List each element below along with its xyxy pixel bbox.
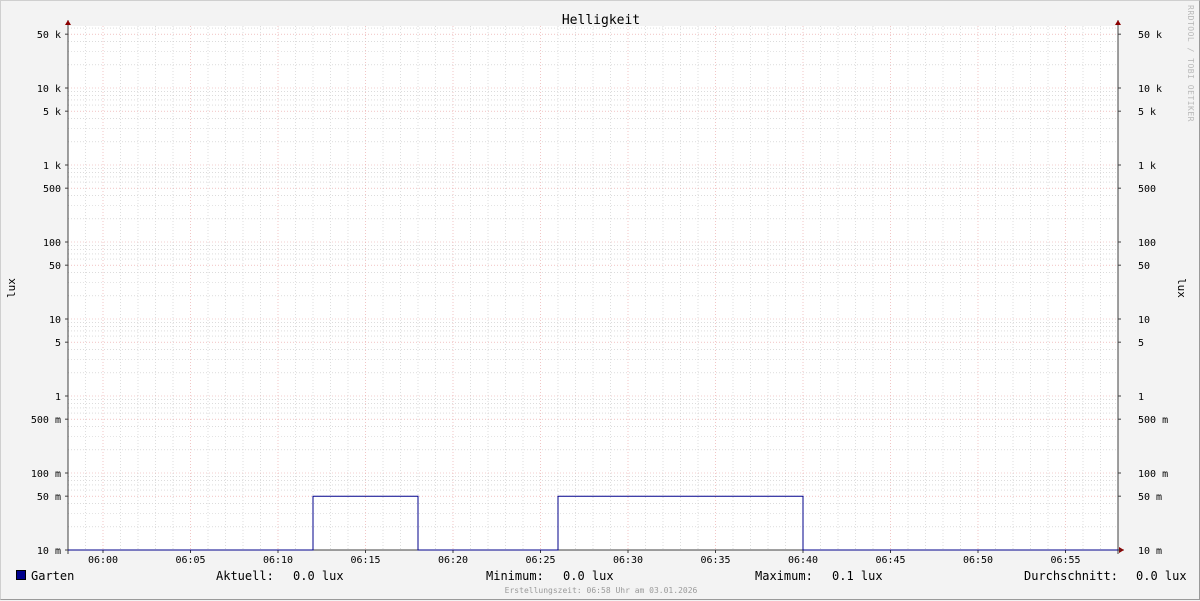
y-tick-label-left: 50 k: [37, 30, 61, 41]
x-tick-label: 06:40: [788, 555, 818, 566]
y-tick-label-left: 500 m: [31, 415, 61, 426]
x-tick-label: 06:05: [175, 555, 205, 566]
y-tick-label-right: 10 m: [1138, 546, 1162, 557]
y-tick-label-left: 10 m: [37, 546, 61, 557]
y-tick-label-right: 500: [1138, 184, 1156, 195]
legend-series-name: Garten: [31, 569, 75, 583]
legend-min-label: Minimum:: [486, 569, 544, 583]
y-tick-label-right: 1 k: [1138, 161, 1156, 172]
y-tick-label-left: 50: [49, 261, 61, 272]
x-tick-label: 06:35: [700, 555, 730, 566]
chart-title: Helligkeit: [562, 13, 640, 28]
rrdtool-watermark: RRDTOOL / TOBI OETIKER: [1186, 5, 1195, 122]
y-axis-label-left: lux: [5, 278, 18, 298]
legend-current-value: 0.0 lux: [293, 569, 344, 583]
legend-max-label: Maximum:: [755, 569, 813, 583]
legend-current-label: Aktuell:: [216, 569, 274, 583]
y-tick-label-left: 5: [55, 338, 61, 349]
x-tick-label: 06:25: [525, 555, 555, 566]
y-tick-label-left: 10 k: [37, 84, 61, 95]
legend: Garten Aktuell: 0.0 lux Minimum: 0.0 lux…: [1, 568, 1200, 586]
x-tick-label: 06:00: [88, 555, 118, 566]
x-tick-label: 06:15: [350, 555, 380, 566]
y-tick-label-right: 50 m: [1138, 492, 1162, 503]
x-tick-label: 06:45: [875, 555, 905, 566]
chart-window: 10 m 10 m 50 m 50 m 100 m 100 m 500 m 500 m 1 1 5 5…: [0, 0, 1200, 600]
y-tick-label-left: 100 m: [31, 469, 61, 480]
y-tick-label-right: 500 m: [1138, 415, 1168, 426]
y-tick-label-right: 10 k: [1138, 84, 1162, 95]
x-tick-label: 06:20: [438, 555, 468, 566]
y-axis-left-arrow: [65, 20, 71, 25]
y-axis-label-right: lux: [1175, 278, 1188, 298]
x-tick-label: 06:30: [613, 555, 643, 566]
y-tick-label-left: 5 k: [43, 107, 61, 118]
legend-min-value: 0.0 lux: [563, 569, 614, 583]
y-tick-label-left: 500: [43, 184, 61, 195]
x-tick-label: 06:10: [263, 555, 293, 566]
y-tick-label-right: 10: [1138, 315, 1150, 326]
legend-max-value: 0.1 lux: [832, 569, 883, 583]
brightness-chart: 10 m 10 m 50 m 50 m 100 m 100 m 500 m 500 m 1 1 5 5…: [5, 13, 1188, 566]
y-tick-label-right: 5: [1138, 338, 1144, 349]
y-tick-label-right: 1: [1138, 392, 1144, 403]
y-tick-label-right: 50 k: [1138, 30, 1162, 41]
y-tick-label-right: 100: [1138, 238, 1156, 249]
y-tick-label-left: 1 k: [43, 161, 61, 172]
y-tick-label-right: 50: [1138, 261, 1150, 272]
y-axis-right-arrow: [1115, 20, 1121, 25]
x-tick-label: 06:50: [963, 555, 993, 566]
y-tick-label-right: 5 k: [1138, 107, 1156, 118]
x-tick-label: 06:55: [1050, 555, 1080, 566]
legend-avg-label: Durchschnitt:: [1024, 569, 1118, 583]
legend-avg-value: 0.0 lux: [1136, 569, 1187, 583]
y-tick-label-right: 100 m: [1138, 469, 1168, 480]
creation-time: Erstellungszeit: 06:58 Uhr am 03.01.2026: [504, 586, 698, 595]
y-tick-label-left: 50 m: [37, 492, 61, 503]
legend-swatch-garten: [16, 570, 26, 580]
y-tick-label-left: 100: [43, 238, 61, 249]
y-tick-label-left: 1: [55, 392, 61, 403]
y-tick-label-left: 10: [49, 315, 61, 326]
